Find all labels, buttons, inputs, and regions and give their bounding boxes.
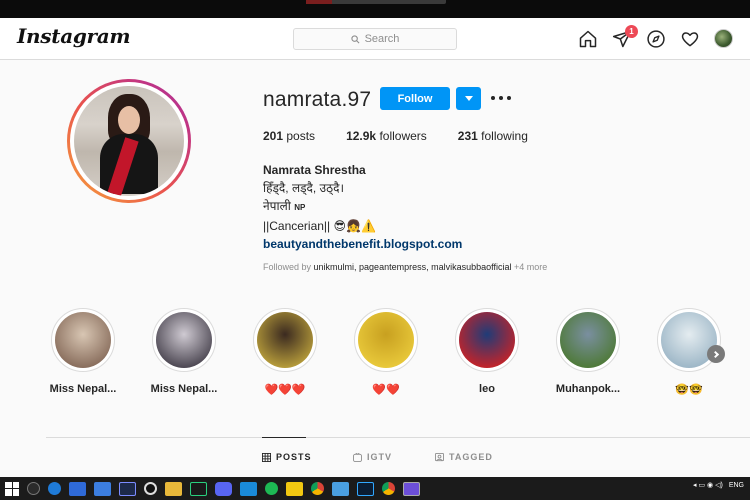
highlight-label: leo	[479, 383, 495, 395]
chrome-icon[interactable]	[382, 482, 395, 495]
highlight-image	[459, 312, 515, 368]
media-icon[interactable]	[144, 482, 157, 495]
search-placeholder: Search	[364, 33, 400, 45]
highlight-image	[257, 312, 313, 368]
tray-icons[interactable]: ◂ ▭ ◉ ◁)	[693, 481, 723, 489]
profile-tabs: POSTS IGTV TAGGED	[0, 437, 750, 477]
heart-icon[interactable]	[680, 29, 700, 49]
tab-tagged[interactable]: TAGGED	[435, 452, 493, 462]
profile-stats: 201 posts 12.9k followers 231 following	[263, 129, 559, 143]
bio-line: नेपाली NP	[263, 199, 306, 213]
highlight-cover	[455, 308, 519, 372]
highlight-cover	[253, 308, 317, 372]
highlight-cover	[556, 308, 620, 372]
highlight-label: 🤓🤓	[675, 384, 703, 396]
profile-username: namrata.97	[263, 88, 372, 111]
highlight-cover	[152, 308, 216, 372]
folder-icon[interactable]	[165, 481, 182, 496]
tab-igtv[interactable]: IGTV	[353, 452, 392, 462]
discord-icon[interactable]	[215, 481, 232, 496]
highlight-label: ❤️❤️❤️	[264, 384, 306, 396]
following-stat[interactable]: 231 following	[458, 129, 528, 143]
sticky-notes-icon[interactable]	[286, 481, 303, 496]
search-icon[interactable]	[27, 482, 40, 495]
story-highlights: Miss Nepal... Miss Nepal... ❤️❤️❤️ ❤️❤️ leo M…	[0, 308, 750, 408]
highlight-image	[358, 312, 414, 368]
posts-stat: 201 posts	[263, 129, 316, 143]
nav-icons: 1	[578, 25, 734, 49]
edge-icon[interactable]	[48, 482, 61, 495]
profile-full-name: Namrata Shrestha	[263, 163, 366, 177]
highlight-label: Miss Nepal...	[49, 383, 117, 395]
profile-picture[interactable]	[67, 79, 191, 203]
story-highlight[interactable]: ❤️❤️❤️	[235, 308, 335, 396]
grid-icon	[262, 452, 271, 462]
pycharm-icon[interactable]	[190, 481, 207, 496]
profile-bio: Namrata Shrestha हिँड्दै, लड्दै, उठ्दै। …	[263, 161, 462, 253]
search-icon	[350, 34, 360, 43]
chrome-icon[interactable]	[311, 482, 324, 495]
onedrive-icon[interactable]	[332, 481, 349, 496]
followed-by[interactable]: Followed by unikmulmi, pageantempress, m…	[263, 262, 547, 272]
photoshop-icon[interactable]	[357, 481, 374, 496]
story-highlight[interactable]: Miss Nepal...	[134, 308, 234, 395]
next-highlights-button[interactable]	[707, 345, 725, 363]
highlight-image	[560, 312, 616, 368]
windows-start-icon[interactable]	[5, 481, 19, 496]
website-link[interactable]: beautyandthebenefit.blogspot.com	[263, 235, 462, 253]
nepal-flag: NP	[294, 203, 306, 212]
followers-stat[interactable]: 12.9k followers	[346, 129, 427, 143]
instagram-app-icon[interactable]	[403, 481, 420, 496]
browser-top-bar	[0, 0, 750, 18]
suggestions-dropdown-button[interactable]	[456, 87, 481, 110]
chevron-down-icon	[464, 96, 473, 101]
highlight-label: Muhanpok...	[555, 383, 621, 395]
browser-tab-accent	[306, 0, 332, 4]
highlight-image	[156, 312, 212, 368]
bio-line: हिँड्दै, लड्दै, उठ्दै।	[263, 181, 345, 195]
story-highlight[interactable]: Muhanpok...	[538, 308, 638, 395]
direct-message-icon[interactable]: 1	[612, 25, 638, 49]
top-nav: Instagram Search 1	[0, 18, 750, 60]
highlight-label: ❤️❤️	[372, 384, 400, 396]
language-indicator[interactable]: ENG	[729, 482, 744, 489]
after-effects-icon[interactable]	[119, 481, 136, 496]
spotify-icon[interactable]	[265, 482, 278, 495]
highlight-cover	[657, 308, 721, 372]
highlight-cover	[51, 308, 115, 372]
store-icon[interactable]	[69, 481, 86, 496]
tab-posts[interactable]: POSTS	[262, 452, 312, 462]
search-input[interactable]: Search	[293, 28, 457, 50]
highlight-label: Miss Nepal...	[150, 383, 218, 395]
mail-icon[interactable]	[94, 481, 111, 496]
profile-avatar-button[interactable]	[714, 29, 734, 49]
highlight-image	[55, 312, 111, 368]
igtv-icon	[353, 452, 362, 462]
highlight-cover	[354, 308, 418, 372]
profile-photo	[74, 86, 184, 196]
system-tray: ◂ ▭ ◉ ◁) ENG	[693, 481, 744, 490]
more-options-button[interactable]	[491, 90, 511, 106]
avatar	[714, 29, 733, 48]
windows-taskbar: ◂ ▭ ◉ ◁) ENG	[0, 477, 750, 500]
notification-badge: 1	[625, 25, 638, 38]
follow-button[interactable]: Follow	[380, 87, 450, 110]
chevron-right-icon	[711, 350, 719, 358]
bio-line: ||Cancerian|| 😎👧⚠️	[263, 219, 376, 233]
instagram-logo[interactable]: Instagram	[17, 24, 131, 48]
home-icon[interactable]	[578, 29, 598, 49]
explore-icon[interactable]	[646, 29, 666, 49]
vscode-icon[interactable]	[240, 481, 257, 496]
story-highlight[interactable]: Miss Nepal...	[33, 308, 133, 395]
tagged-icon	[435, 452, 444, 461]
story-highlight[interactable]: ❤️❤️	[336, 308, 436, 396]
story-highlight[interactable]: leo	[437, 308, 537, 395]
